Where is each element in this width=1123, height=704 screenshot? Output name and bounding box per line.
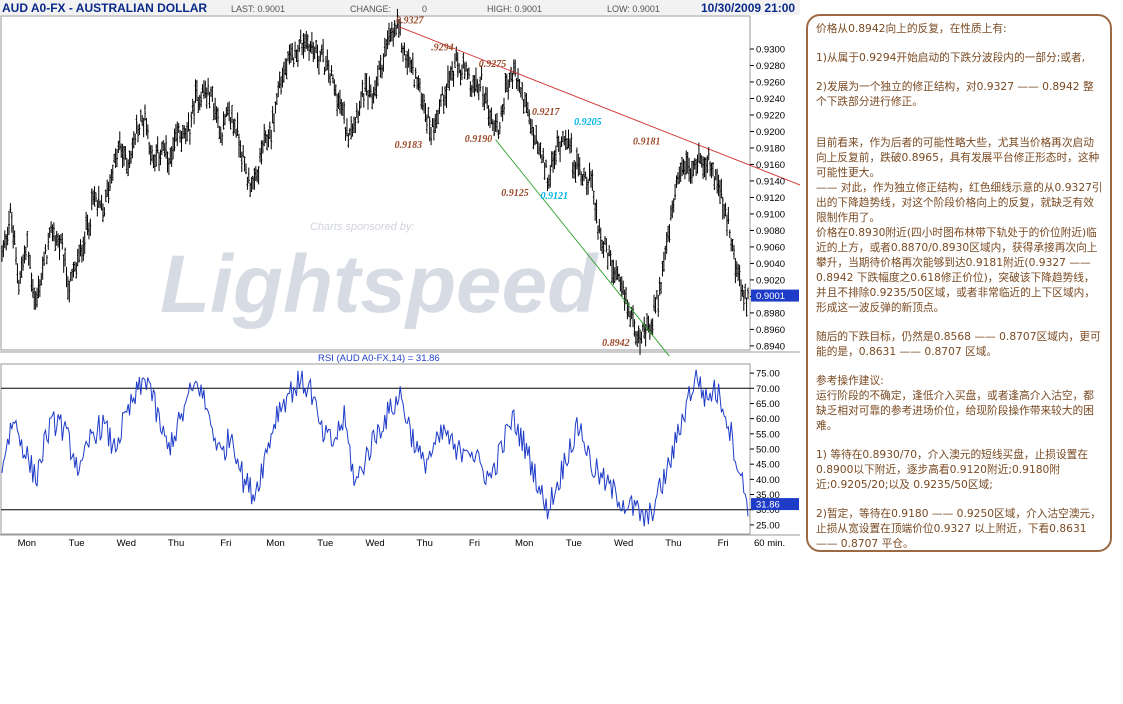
x-tick-label: Wed [614, 538, 633, 549]
price-annotation: 0.9275 [479, 59, 507, 70]
x-unit-label: 60 min. [754, 538, 785, 549]
high-label: HIGH: 0.9001 [487, 4, 542, 14]
price-y-tick-label: 0.8960 [756, 325, 785, 336]
price-annotation: 0.9125 [501, 188, 529, 199]
x-tick-label: Wed [365, 538, 384, 549]
note-paragraph: 2)发展为一个独立的修正结构，对0.9327 —— 0.8942 整个下跌部分进… [816, 80, 1094, 108]
price-y-tick-label: 0.9140 [756, 176, 785, 187]
price-annotation: 0.9205 [574, 117, 602, 128]
note-paragraph: 目前看来，作为后者的可能性略大些，尤其当价格再次启动向上反复前，跌破0.8965… [816, 136, 1103, 314]
x-tick-label: Thu [665, 538, 681, 549]
change-tail: 0 [422, 4, 427, 14]
rsi-y-tick-label: 65.00 [756, 399, 780, 410]
price-y-tick-label: 0.9180 [756, 143, 785, 154]
analysis-note-panel: 价格从0.8942向上的反复，在性质上有: 1)从属于0.9294开始启动的下跌… [806, 14, 1112, 552]
change-label: CHANGE: [350, 4, 391, 14]
rsi-y-tick-label: 45.00 [756, 460, 780, 471]
x-tick-label: Tue [566, 538, 582, 549]
x-tick-label: Wed [117, 538, 136, 549]
x-tick-label: Fri [718, 538, 729, 549]
note-paragraph: 1) 等待在0.8930/70，介入澳元的短线买盘，止损设置在0.8900以下附… [816, 448, 1089, 491]
x-tick-label: Tue [69, 538, 85, 549]
price-annotation: 0.9183 [395, 140, 423, 151]
note-paragraph: 随后的下跌目标，仍然是0.8568 —— 0.8707区域内，更可能的是，0.8… [816, 330, 1101, 358]
note-paragraph: 参考操作建议: 运行阶段的不确定，逢低介入买盘，或者逢高介入沽空，都缺乏相对可靠… [816, 374, 1094, 432]
price-y-tick-label: 0.9260 [756, 77, 785, 88]
price-y-tick-label: 0.9120 [756, 193, 785, 204]
sponsor-watermark: Charts sponsored by: [310, 221, 415, 233]
brand-watermark: Lightspeed [160, 239, 599, 330]
chart-panel: AUD A0-FX - AUSTRALIAN DOLLAR LAST: 0.90… [0, 0, 800, 552]
price-y-tick-label: 0.9080 [756, 226, 785, 237]
price-y-tick-label: 0.9040 [756, 259, 785, 270]
price-y-tick-label: 0.8940 [756, 341, 785, 352]
low-label: LOW: 0.9001 [607, 4, 660, 14]
price-y-tick-label: 0.9280 [756, 61, 785, 72]
price-y-tick-label: 0.9060 [756, 242, 785, 253]
price-last-value: 0.9001 [756, 291, 785, 302]
rsi-y-tick-label: 55.00 [756, 429, 780, 440]
x-tick-label: Fri [220, 538, 231, 549]
rsi-y-tick-label: 60.00 [756, 414, 780, 425]
x-tick-label: Fri [469, 538, 480, 549]
price-y-tick-label: 0.9160 [756, 160, 785, 171]
price-annotation: 0.9327 [396, 15, 425, 26]
x-tick-label: Thu [417, 538, 433, 549]
price-annotation: 0.9190 [465, 134, 493, 145]
x-tick-label: Mon [515, 538, 533, 549]
rsi-plot-frame [0, 363, 751, 535]
rsi-y-tick-label: 75.00 [756, 369, 780, 380]
price-annotation: .9294 [431, 43, 454, 54]
chart-svg: AUD A0-FX - AUSTRALIAN DOLLAR LAST: 0.90… [0, 0, 800, 549]
note-paragraph: 1)从属于0.9294开始启动的下跌分波段内的一部分;或者, [816, 51, 1086, 64]
price-y-tick-label: 0.9300 [756, 44, 785, 55]
price-annotation: 0.8942 [602, 338, 630, 349]
price-y-tick-label: 0.9200 [756, 127, 785, 138]
x-tick-label: Mon [266, 538, 284, 549]
price-annotation: 0.9181 [633, 137, 661, 148]
note-paragraph: 价格从0.8942向上的反复，在性质上有: [816, 22, 1007, 35]
rsi-y-tick-label: 40.00 [756, 475, 780, 486]
price-y-tick-label: 0.9220 [756, 110, 785, 121]
x-tick-label: Tue [317, 538, 333, 549]
symbol-title: AUD A0-FX - AUSTRALIAN DOLLAR [2, 1, 207, 15]
price-y-tick-label: 0.9020 [756, 275, 785, 286]
price-y-tick-label: 0.9100 [756, 209, 785, 220]
price-y-tick-label: 0.8980 [756, 308, 785, 319]
rsi-y-tick-label: 50.00 [756, 445, 780, 456]
price-y-tick-label: 0.9240 [756, 94, 785, 105]
rsi-y-tick-label: 70.00 [756, 384, 780, 395]
rsi-last-value: 31.86 [756, 500, 780, 511]
x-tick-label: Mon [18, 538, 36, 549]
price-annotation: 0.9217 [532, 107, 561, 118]
last-label: LAST: 0.9001 [231, 4, 285, 14]
note-paragraph: 2)暂定，等待在0.9180 —— 0.9250区域，介入沽空澳元，止损从宽设置… [816, 507, 1101, 550]
price-annotation: 0.9121 [540, 191, 568, 202]
rsi-y-tick-label: 25.00 [756, 520, 780, 531]
x-tick-label: Thu [168, 538, 184, 549]
rsi-title: RSI (AUD A0-FX,14) = 31.86 [318, 353, 440, 364]
header-datetime: 10/30/2009 21:00 [701, 1, 795, 15]
